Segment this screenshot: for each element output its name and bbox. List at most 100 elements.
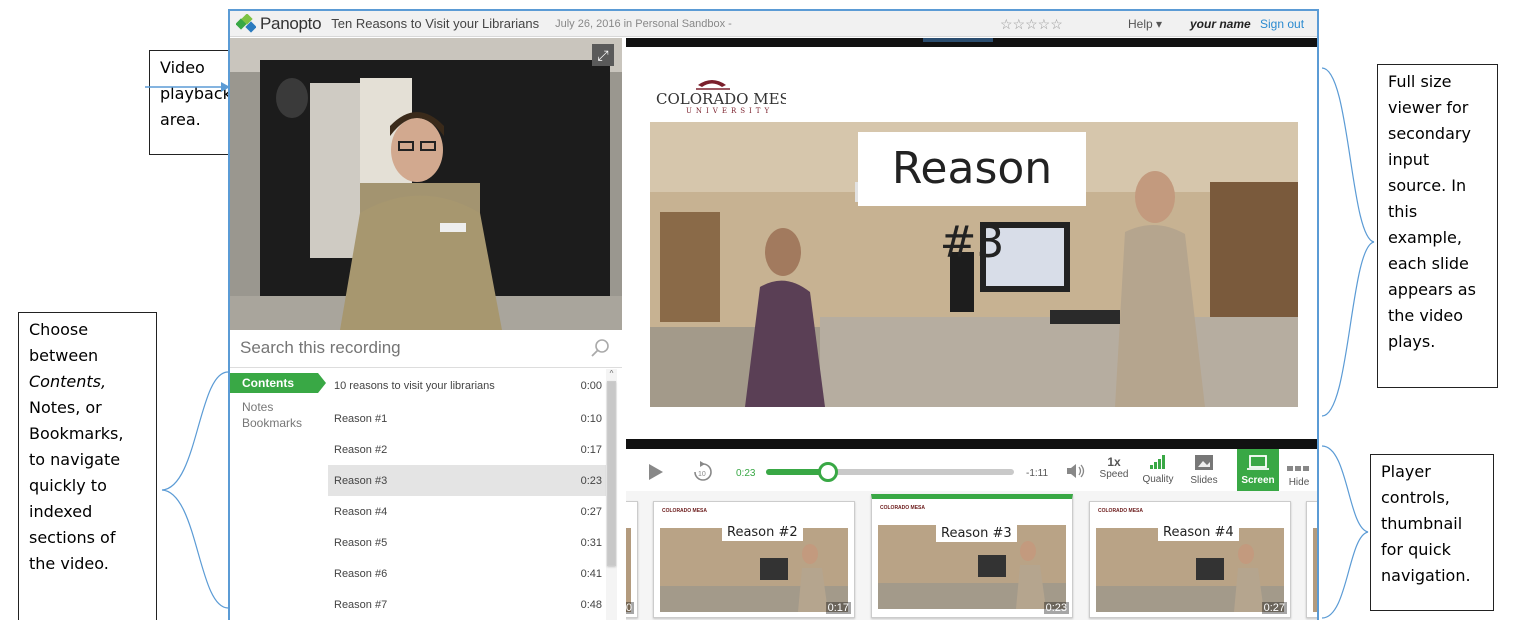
thumbnail-logo: COLORADO MESA (880, 505, 925, 511)
search-input[interactable] (230, 330, 570, 366)
help-menu[interactable]: Help ▾ (1128, 17, 1162, 31)
signal-bars-icon (1150, 455, 1165, 469)
search-bar (230, 330, 622, 368)
callout-nav-line-4: Bookmarks, (29, 424, 124, 443)
video-playback-area[interactable]: ⤢ (230, 38, 622, 330)
callout-nav-line-2: Contents, (29, 372, 107, 391)
thumbnail[interactable] (1306, 501, 1317, 618)
list-item[interactable]: 10 reasons to visit your librarians 0:00 (328, 369, 606, 403)
callout-nav-line-9: the video. (29, 554, 109, 573)
thumbnail-label: Reason #2 (722, 524, 803, 541)
secondary-viewer[interactable]: COLORADO MESA UNIVERSITY (626, 38, 1317, 449)
thumbnail[interactable]: COLORADO MESA Reason #2 0:17 (653, 501, 855, 618)
panopto-viewer: Panopto Ten Reasons to Visit your Librar… (228, 9, 1319, 620)
callout-navigation: Choose between Contents, Notes, or Bookm… (18, 312, 157, 620)
thumbnail-label: Reason #3 (936, 525, 1017, 542)
hide-icon (1287, 466, 1309, 471)
speed-label: Speed (1099, 469, 1129, 480)
slide-position-marker (923, 38, 993, 42)
tab-bookmarks[interactable]: Bookmarks (230, 415, 325, 431)
list-item-label: Reason #5 (334, 536, 388, 549)
list-item-active[interactable]: Reason #3 0:23 (328, 465, 606, 496)
list-item[interactable]: Reason #5 0:31 (328, 527, 606, 558)
list-item-time: 0:48 (580, 598, 602, 611)
list-item-label: Reason #4 (334, 505, 388, 518)
volume-icon[interactable] (1066, 463, 1086, 479)
thumbnail-time: :10 (626, 602, 634, 614)
tab-notes[interactable]: Notes (230, 399, 325, 415)
hide-label: Hide (1288, 477, 1310, 488)
svg-text:10: 10 (698, 471, 706, 478)
panopto-logo-icon (236, 13, 256, 33)
list-item[interactable]: Reason #7 0:48 (328, 589, 606, 620)
callout-full-size-viewer: Full size viewer for secondary input sou… (1377, 64, 1498, 388)
scrollbar-thumb[interactable] (607, 381, 616, 566)
progress-slider[interactable] (766, 462, 1014, 482)
list-item-label: Reason #7 (334, 598, 388, 611)
speed-value: 1x (1107, 455, 1121, 469)
callout-brace-left (161, 371, 229, 609)
list-item[interactable]: Reason #4 0:27 (328, 496, 606, 527)
university-logo: COLORADO MESA UNIVERSITY (656, 75, 801, 120)
thumbnail-image (1313, 528, 1317, 612)
callout-viewer-text: Full size viewer for secondary input sou… (1388, 72, 1476, 351)
thumbnail-strip: :10 COLORADO MESA Reason #2 0:17 COLORAD… (626, 491, 1317, 620)
list-item-label: Reason #6 (334, 567, 388, 580)
list-item-time: 0:00 (580, 380, 602, 392)
logo-line2-text: UNIVERSITY (686, 107, 773, 115)
play-icon[interactable] (648, 463, 664, 481)
recording-meta: July 26, 2016 in Personal Sandbox - (555, 17, 732, 30)
user-name: your name (1190, 17, 1251, 31)
list-item-label: Reason #1 (334, 412, 388, 425)
list-item[interactable]: Reason #1 0:10 (328, 403, 606, 434)
thumbnail[interactable]: COLORADO MESA Reason #4 0:27 (1089, 501, 1291, 618)
presenter-video-frame (230, 38, 622, 330)
sign-out-link[interactable]: Sign out (1260, 17, 1304, 31)
list-item-label: Reason #3 (334, 474, 388, 487)
screen-label: Screen (1241, 475, 1275, 486)
elapsed-time: 0:23 (736, 468, 756, 479)
thumbnail-time: 0:23 (1043, 602, 1069, 614)
thumbnail[interactable]: :10 (626, 501, 638, 618)
list-item-time: 0:27 (580, 505, 602, 518)
callout-player-text: Player controls, thumbnail for quick nav… (1381, 462, 1471, 585)
search-icon[interactable] (590, 338, 610, 358)
callout-brace-right-top (1321, 67, 1375, 417)
quality-button[interactable]: Quality (1138, 455, 1178, 485)
callout-nav-line-1: Choose between (29, 320, 99, 365)
thumbnail-logo: COLORADO MESA (1098, 508, 1143, 514)
chevron-up-icon[interactable]: ^ (606, 369, 617, 381)
thumbnail-logo: COLORADO MESA (662, 508, 707, 514)
list-item-time: 0:41 (580, 567, 602, 580)
expand-icon[interactable]: ⤢ (592, 44, 614, 66)
player-controls: 10 0:23 -1:11 1x Speed Quality Slides Sc… (626, 449, 1317, 491)
list-item-time: 0:23 (580, 474, 602, 487)
slide-photo: Reason #3 (650, 122, 1298, 407)
contents-scrollbar[interactable]: ^ (606, 369, 617, 620)
list-item-time: 0:31 (580, 536, 602, 549)
list-item-time: 0:17 (580, 443, 602, 456)
quality-label: Quality (1142, 474, 1174, 485)
progress-knob[interactable] (818, 462, 838, 482)
slides-icon (1195, 455, 1213, 470)
rewind-10-icon[interactable]: 10 (692, 461, 714, 483)
list-item[interactable]: Reason #6 0:41 (328, 558, 606, 589)
rating-stars[interactable]: ☆☆☆☆☆ (1000, 16, 1063, 33)
slides-button[interactable]: Slides (1186, 455, 1222, 486)
university-logo-mark: COLORADO MESA UNIVERSITY (656, 80, 801, 115)
callout-player-controls: Player controls, thumbnail for quick nav… (1370, 454, 1494, 611)
thumbnail-current[interactable]: COLORADO MESA Reason #3 0:23 (871, 494, 1073, 618)
remaining-time: -1:11 (1026, 468, 1049, 479)
list-item[interactable]: Reason #2 0:17 (328, 434, 606, 465)
callout-nav-line-7: indexed (29, 502, 93, 521)
logo-line1-text: COLORADO MESA (656, 90, 786, 108)
screen-icon (1247, 455, 1269, 470)
screen-button[interactable]: Screen (1237, 449, 1279, 491)
hide-button[interactable]: Hide (1284, 459, 1314, 488)
thumbnail-time: 0:17 (825, 602, 851, 614)
list-item-label: Reason #2 (334, 443, 388, 456)
slide-title: Reason #3 (858, 132, 1086, 268)
speed-button[interactable]: 1x Speed (1098, 455, 1130, 480)
tab-contents[interactable]: Contents (230, 373, 326, 393)
thumbnail-time: 0:27 (1261, 602, 1287, 614)
